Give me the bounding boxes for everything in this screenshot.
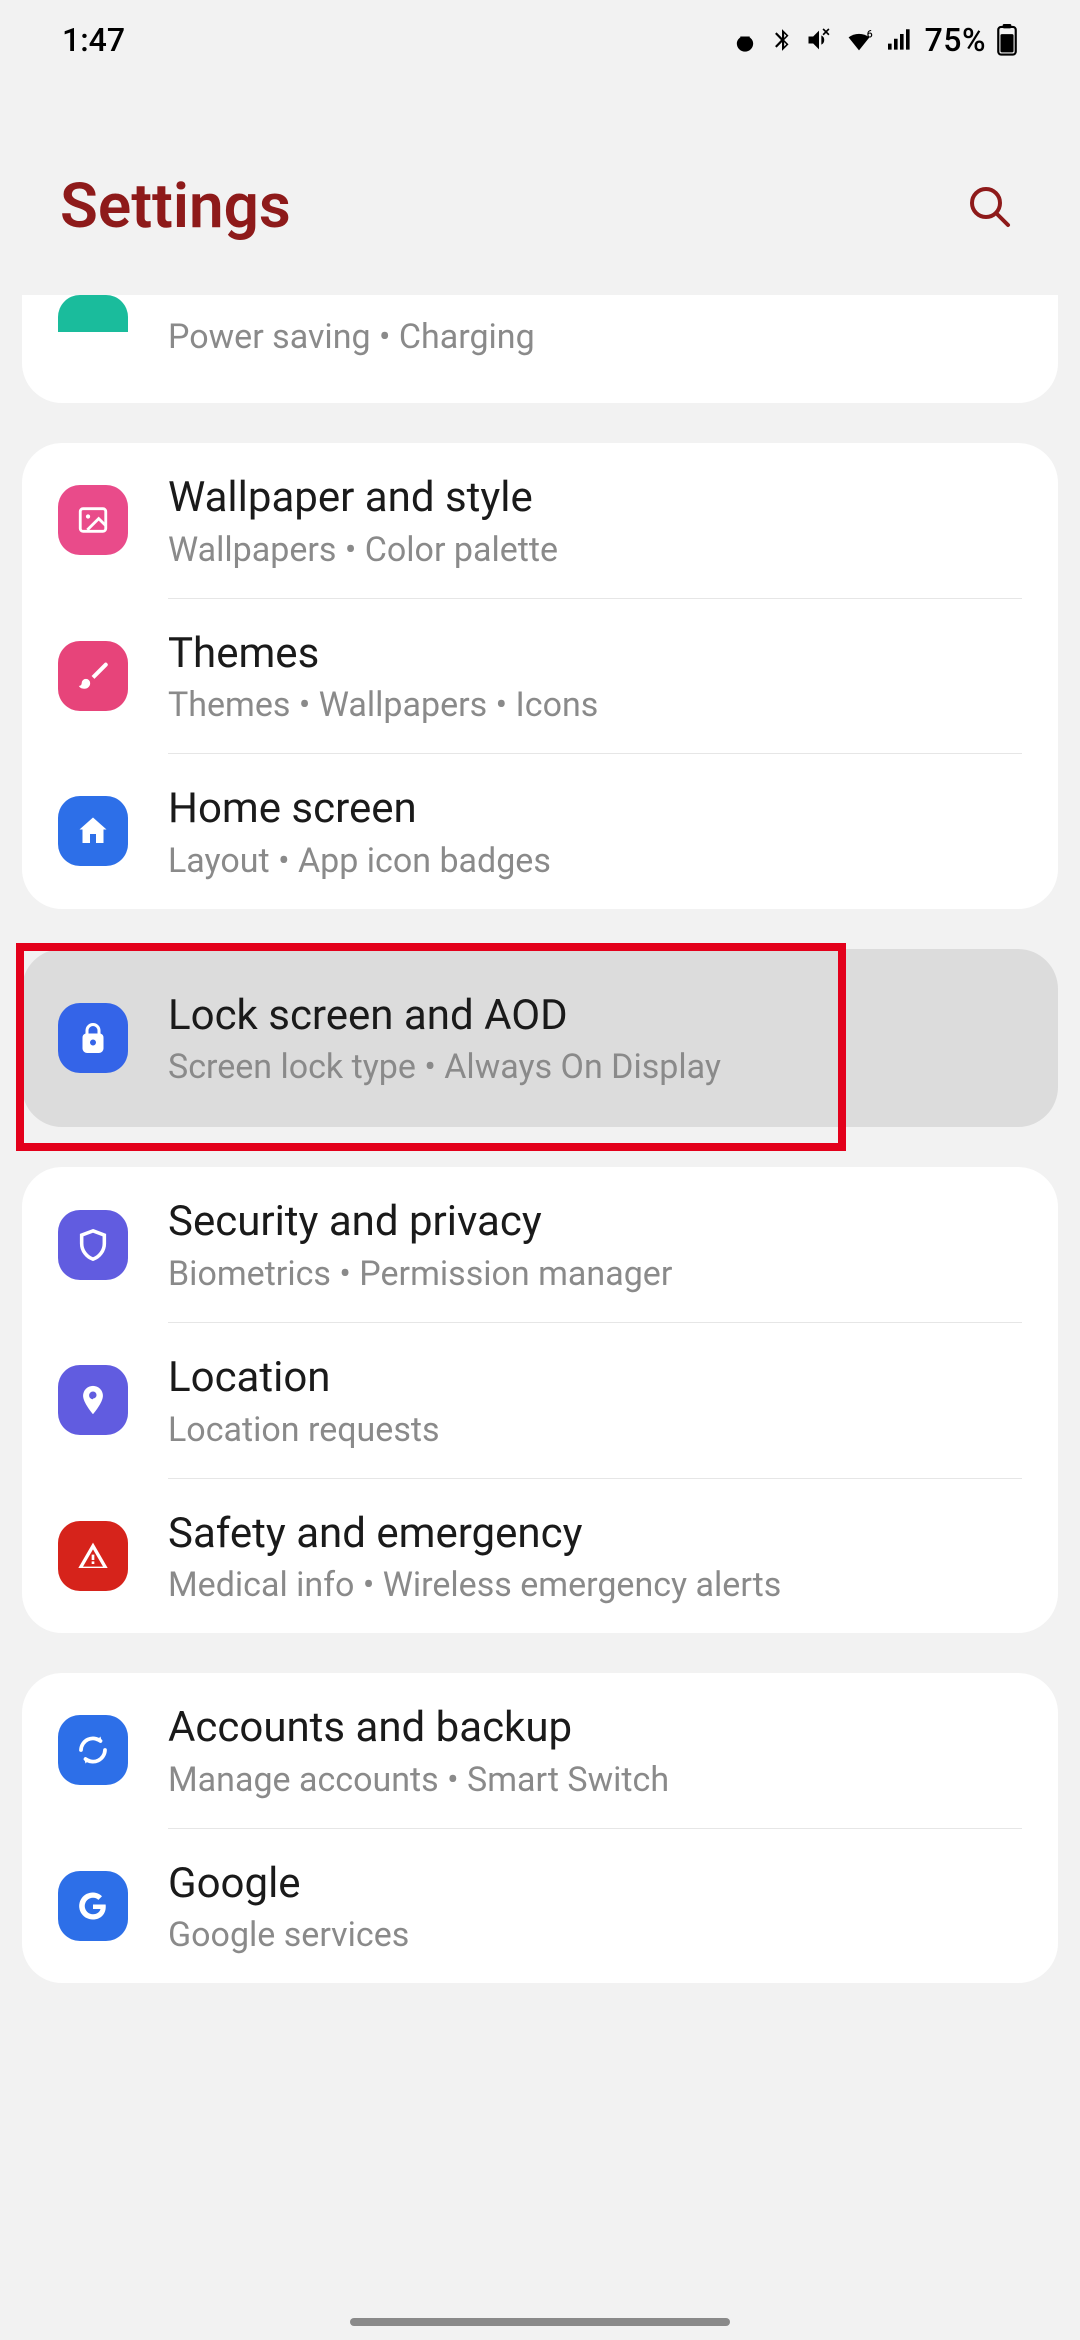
google-icon [58,1871,128,1941]
item-subtitle: Screen lock type • Always On Display [168,1047,1022,1087]
battery-settings-icon [58,295,128,332]
card-accounts-group: Accounts and backupManage accounts • Sma… [22,1673,1058,1983]
brush-icon [58,641,128,711]
status-time: 1:47 [62,21,125,59]
item-title: Lock screen and AOD [168,989,1022,1044]
item-title: Themes [168,627,1022,682]
shield-icon [58,1210,128,1280]
lock-icon [58,1003,128,1073]
card-display-group: Wallpaper and styleWallpapers • Color pa… [22,443,1058,909]
item-subtitle: Biometrics • Permission manager [168,1254,1022,1294]
list-item-google[interactable]: GoogleGoogle services [22,1829,1058,1984]
item-subtitle: Manage accounts • Smart Switch [168,1760,1022,1800]
list-item-safety-and-emergency[interactable]: Safety and emergencyMedical info • Wirel… [22,1479,1058,1634]
status-icons: 6 75% [731,21,1018,59]
mute-icon [805,26,833,54]
image-icon [58,485,128,555]
item-subtitle: Power saving • Charging [168,317,1022,357]
item-title: Accounts and backup [168,1701,1022,1756]
wifi-icon: 6 [843,27,875,53]
battery-percent: 75% [925,21,986,59]
page-title: Settings [60,170,291,243]
item-title: Wallpaper and style [168,471,1022,526]
pin-icon [58,1365,128,1435]
item-subtitle: Themes • Wallpapers • Icons [168,685,1022,725]
item-title: Home screen [168,782,1022,837]
bluetooth-icon [769,27,795,53]
list-item-lock-screen-aod[interactable]: Lock screen and AOD Screen lock type • A… [22,949,1058,1128]
card-security-group: Security and privacyBiometrics • Permiss… [22,1167,1058,1633]
alert-icon [58,1521,128,1591]
list-item-themes[interactable]: ThemesThemes • Wallpapers • Icons [22,599,1058,754]
list-item-wallpaper-and-style[interactable]: Wallpaper and styleWallpapers • Color pa… [22,443,1058,598]
partial-card: Power saving • Charging [22,295,1058,403]
item-subtitle: Google services [168,1915,1022,1955]
item-subtitle: Layout • App icon badges [168,841,1022,881]
alarm-icon [731,26,759,54]
list-item-location[interactable]: LocationLocation requests [22,1323,1058,1478]
battery-icon [996,24,1018,56]
item-subtitle: Medical info • Wireless emergency alerts [168,1565,1022,1605]
home-icon [58,796,128,866]
search-button[interactable] [960,177,1020,237]
item-title: Location [168,1351,1022,1406]
settings-list: Power saving • Charging Wallpaper and st… [0,295,1080,1983]
item-title: Safety and emergency [168,1507,1022,1562]
status-bar: 1:47 6 75% [0,0,1080,80]
search-icon [966,183,1014,231]
signal-icon [885,28,915,52]
list-item-battery[interactable]: Power saving • Charging [22,295,1058,375]
svg-text:6: 6 [866,27,872,40]
header: Settings [0,80,1080,295]
list-item-security-and-privacy[interactable]: Security and privacyBiometrics • Permiss… [22,1167,1058,1322]
gesture-nav-bar[interactable] [350,2318,730,2326]
list-item-accounts-and-backup[interactable]: Accounts and backupManage accounts • Sma… [22,1673,1058,1828]
item-title: Google [168,1857,1022,1912]
item-subtitle: Wallpapers • Color palette [168,530,1022,570]
item-title: Security and privacy [168,1195,1022,1250]
sync-icon [58,1715,128,1785]
card-lockscreen: Lock screen and AOD Screen lock type • A… [22,949,1058,1128]
list-item-home-screen[interactable]: Home screenLayout • App icon badges [22,754,1058,909]
item-subtitle: Location requests [168,1410,1022,1450]
